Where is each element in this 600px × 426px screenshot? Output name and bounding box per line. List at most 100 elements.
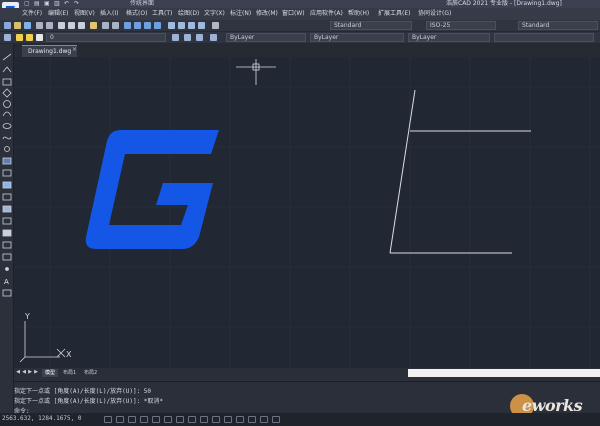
undo-icon[interactable] <box>102 22 109 29</box>
tab-drawing1[interactable]: Drawing1.dwg <box>22 45 78 57</box>
last-layout-icon[interactable]: ▶ <box>33 369 39 376</box>
menu-modify[interactable]: 修改(M) <box>256 8 278 20</box>
undo-icon[interactable]: ↶ <box>64 0 69 8</box>
preview-icon[interactable] <box>46 22 53 29</box>
workspace-label[interactable]: 传统界面 <box>130 0 154 8</box>
layer-isolate-icon[interactable] <box>210 34 217 41</box>
tool-palette-icon[interactable] <box>188 22 195 29</box>
menu-dimension[interactable]: 标注(N) <box>230 8 251 20</box>
donut-icon <box>4 146 10 152</box>
menu-insert[interactable]: 插入(I) <box>100 8 118 20</box>
print-icon[interactable] <box>36 22 43 29</box>
wipeout-icon <box>2 241 12 249</box>
tab-model[interactable]: 模型 <box>42 369 59 377</box>
region-icon <box>2 169 12 177</box>
lineweight-select[interactable]: ByLayer <box>408 33 490 42</box>
status-bar: 2563.632, 1284.1675, 0 <box>0 413 600 426</box>
menu-help[interactable]: 帮助(H) <box>348 8 369 20</box>
crosshair-cursor <box>236 59 276 85</box>
help-icon[interactable] <box>212 22 219 29</box>
customize-icon[interactable] <box>272 416 280 423</box>
lineweight-toggle-icon[interactable] <box>188 416 196 423</box>
zoom-window-icon[interactable] <box>144 22 151 29</box>
command-input[interactable] <box>14 406 406 413</box>
ortho-toggle-icon[interactable] <box>128 416 136 423</box>
redo-icon[interactable] <box>112 22 119 29</box>
match-prop-icon[interactable] <box>90 22 97 29</box>
layer-state-icon[interactable] <box>196 34 203 41</box>
print-icon[interactable]: ▥ <box>54 0 60 8</box>
table-icon <box>2 205 12 213</box>
draw-tools: A <box>2 53 12 297</box>
lock-icon[interactable] <box>236 416 244 423</box>
menu-extended-tools[interactable]: 扩展工具(E) <box>378 8 410 20</box>
paste-icon[interactable] <box>78 22 85 29</box>
hatch-icon <box>2 157 12 165</box>
calculator-icon[interactable] <box>198 22 205 29</box>
new-icon[interactable]: ▢ <box>24 0 30 8</box>
copy-icon[interactable] <box>68 22 75 29</box>
save-icon[interactable]: ▣ <box>44 0 50 8</box>
point-icon <box>5 267 9 271</box>
redo-icon[interactable]: ↷ <box>74 0 79 8</box>
close-icon[interactable]: × <box>72 46 77 53</box>
design-center-icon[interactable] <box>178 22 185 29</box>
menu-format[interactable]: 格式(O) <box>126 8 147 20</box>
layer-previous-icon[interactable] <box>184 34 191 41</box>
tab-label: Drawing1.dwg <box>28 48 72 55</box>
text-style-select[interactable]: Standard <box>330 21 412 30</box>
grid-toggle-icon[interactable] <box>116 416 124 423</box>
pan-icon[interactable] <box>124 22 131 29</box>
menu-collaboration[interactable]: 协同设计(G) <box>418 8 451 20</box>
drawing-canvas[interactable]: Y X <box>14 57 600 368</box>
save-icon[interactable] <box>24 22 31 29</box>
fullscreen-icon[interactable] <box>260 416 268 423</box>
tab-layout1[interactable]: 布局1 <box>60 369 79 377</box>
model-paper-icon[interactable] <box>200 416 208 423</box>
linetype-select[interactable]: ByLayer <box>310 33 404 42</box>
layers-toolbar: 0 ByLayer ByLayer ByLayer <box>0 32 600 44</box>
menu-file[interactable]: 文件(F) <box>22 8 42 20</box>
snap-toggle-icon[interactable] <box>104 416 112 423</box>
open-icon[interactable] <box>14 22 21 29</box>
menu-window[interactable]: 窗口(W) <box>282 8 305 20</box>
ucs-y-label: Y <box>24 312 30 321</box>
osnap-toggle-icon[interactable] <box>152 416 160 423</box>
zoom-previous-icon[interactable] <box>154 22 161 29</box>
menu-apps[interactable]: 应用软件(A) <box>310 8 343 20</box>
dim-style-select[interactable]: ISO-25 <box>426 21 496 30</box>
model-space: Y X <box>14 57 600 368</box>
table-style-select[interactable]: Standard <box>518 21 598 30</box>
tab-layout2[interactable]: 布局2 <box>81 369 100 377</box>
drawn-polyline <box>389 89 531 254</box>
color-select[interactable]: ByLayer <box>226 33 306 42</box>
layer-on-icon[interactable] <box>16 34 23 41</box>
dyn-toggle-icon[interactable] <box>176 416 184 423</box>
make-current-icon[interactable] <box>172 34 179 41</box>
new-icon[interactable] <box>4 22 11 29</box>
layer-thaw-icon[interactable] <box>26 34 33 41</box>
gradient-icon <box>2 217 12 225</box>
annotation-scale-icon[interactable] <box>212 416 220 423</box>
standard-toolbar: Standard ISO-25 Standard <box>0 20 600 32</box>
polar-toggle-icon[interactable] <box>140 416 148 423</box>
menu-text[interactable]: 文字(X) <box>204 8 225 20</box>
cut-icon[interactable] <box>58 22 65 29</box>
horizontal-scrollbar[interactable] <box>408 369 600 377</box>
window-title: 浩辰CAD 2021 专业版 - [Drawing1.dwg] <box>446 0 562 7</box>
arc-icon <box>2 111 12 117</box>
menu-draw[interactable]: 绘图(D) <box>178 8 199 20</box>
layer-select[interactable]: 0 <box>46 33 166 42</box>
menu-edit[interactable]: 编辑(E) <box>48 8 68 20</box>
properties-icon[interactable] <box>168 22 175 29</box>
otrack-toggle-icon[interactable] <box>164 416 172 423</box>
menu-view[interactable]: 视图(V) <box>74 8 95 20</box>
command-history-line: 指定下一点或 [角度(A)/长度(L)/放弃(U)]: *取消* <box>14 398 164 405</box>
zoom-realtime-icon[interactable] <box>134 22 141 29</box>
open-icon[interactable]: ▤ <box>34 0 40 8</box>
layer-color-icon[interactable] <box>36 34 43 41</box>
layer-manager-icon[interactable] <box>4 34 11 41</box>
menu-tools[interactable]: 工具(T) <box>152 8 172 20</box>
workspace-icon[interactable] <box>224 416 232 423</box>
isolate-icon[interactable] <box>248 416 256 423</box>
